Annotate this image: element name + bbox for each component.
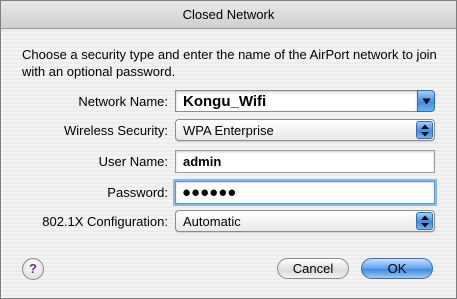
config-8021x-value: Automatic (183, 214, 241, 229)
password-masked-value: ●●●●●● (182, 184, 237, 201)
popup-arrows (416, 121, 433, 139)
config-8021x-label: 802.1X Configuration: (42, 214, 168, 229)
up-down-arrows-icon (421, 124, 429, 137)
help-button[interactable]: ? (22, 258, 44, 280)
closed-network-dialog: Closed Network Choose a security type an… (0, 0, 457, 299)
user-name-value: admin (183, 154, 222, 169)
password-label: Password: (107, 185, 168, 200)
wireless-security-value: WPA Enterprise (183, 123, 274, 138)
up-down-arrows-icon (421, 215, 429, 228)
user-name-label: User Name: (98, 154, 168, 169)
password-field[interactable]: ●●●●●● (175, 181, 435, 204)
network-name-label: Network Name: (78, 94, 168, 109)
network-name-input[interactable]: Kongu_Wifi (175, 90, 418, 112)
cancel-button[interactable]: Cancel (277, 258, 349, 279)
user-name-field[interactable]: admin (175, 150, 435, 173)
network-name-value: Kongu_Wifi (183, 93, 267, 110)
window-title: Closed Network (1, 1, 456, 29)
wireless-security-popup[interactable]: WPA Enterprise (175, 119, 435, 141)
chevron-down-icon (422, 98, 431, 105)
instructions-text: Choose a security type and enter the nam… (22, 47, 437, 79)
ok-button[interactable]: OK (361, 258, 433, 279)
wireless-security-label: Wireless Security: (63, 123, 168, 138)
popup-arrows (416, 212, 433, 230)
network-name-dropdown-button[interactable] (417, 90, 435, 112)
config-8021x-popup[interactable]: Automatic (175, 210, 435, 232)
dialog-body: Choose a security type and enter the nam… (1, 30, 456, 298)
